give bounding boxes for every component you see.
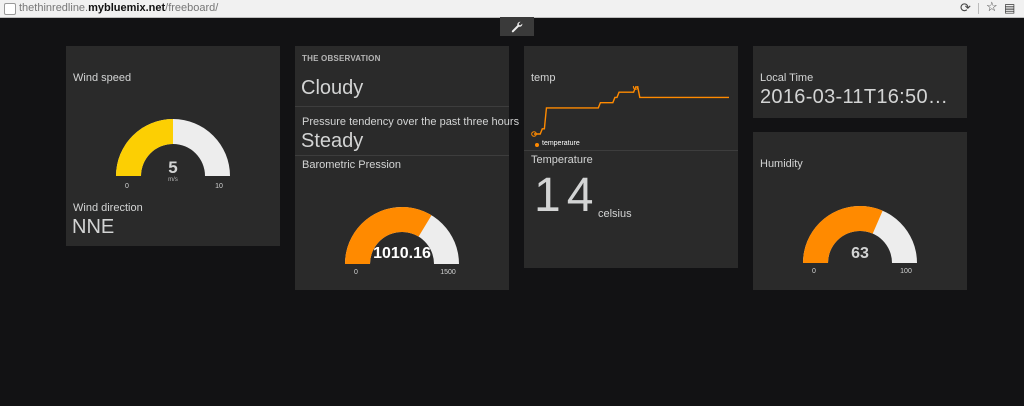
reload-icon[interactable]: ⟳ bbox=[960, 0, 971, 16]
toolbar-separator bbox=[978, 3, 979, 14]
bookmark-star-icon[interactable]: ☆ bbox=[986, 0, 998, 15]
legend-dot bbox=[535, 143, 539, 147]
temp-legend-label: temperature bbox=[542, 140, 580, 147]
local-time-pane: Local Time 2016-03-11T16:50… bbox=[753, 46, 967, 118]
wrench-icon bbox=[511, 21, 523, 33]
temperature-unit: celsius bbox=[598, 208, 632, 220]
observation-condition: Cloudy bbox=[301, 77, 364, 99]
barometric-gauge: 1010.16 0 1500 bbox=[345, 207, 459, 276]
wind-gauge-fill bbox=[116, 119, 173, 176]
humidity-gauge-min: 0 bbox=[812, 268, 816, 275]
local-time-title: Local Time bbox=[760, 72, 814, 84]
local-time-value: 2016-03-11T16:50… bbox=[760, 86, 949, 108]
temperature-divider bbox=[524, 150, 738, 151]
wind-pane: Wind speed 5 m/s 0 10 Wind direction NNE bbox=[66, 46, 280, 246]
temperature-series-line bbox=[534, 86, 729, 135]
wind-direction-title: Wind direction bbox=[73, 202, 143, 214]
wind-gauge-min: 0 bbox=[125, 183, 129, 190]
humidity-gauge: 63 0 100 bbox=[803, 205, 917, 275]
reading-list-icon[interactable]: ▤ bbox=[1004, 1, 1015, 15]
wind-speed-gauge: 5 m/s 0 10 bbox=[116, 119, 230, 190]
barometric-value: 1010.16 bbox=[373, 245, 431, 262]
barometric-title: Barometric Pression bbox=[302, 159, 402, 171]
pressure-tendency-title: Pressure tendency over the past three ho… bbox=[302, 116, 520, 128]
humidity-gauge-max: 100 bbox=[900, 268, 912, 275]
barometric-gauge-min: 0 bbox=[354, 269, 358, 276]
board-tools-button[interactable] bbox=[500, 17, 534, 36]
wind-speed-value: 5 bbox=[168, 158, 177, 177]
temperature-value: 14 bbox=[534, 169, 600, 222]
browser-address-bar[interactable]: thethinredline.mybluemix.net/freeboard/ … bbox=[0, 0, 1024, 18]
temp-sparkline bbox=[531, 86, 729, 137]
observation-header: THE OBSERVATION bbox=[302, 54, 381, 63]
wind-gauge-max: 10 bbox=[215, 183, 223, 190]
observation-divider bbox=[295, 106, 509, 107]
humidity-title: Humidity bbox=[760, 158, 803, 170]
observation-pane: THE OBSERVATION Cloudy Pressure tendency… bbox=[295, 46, 519, 290]
humidity-gauge-fill bbox=[803, 205, 883, 263]
barometric-gauge-max: 1500 bbox=[440, 269, 456, 276]
humidity-pane: Humidity 63 0 100 bbox=[753, 132, 967, 290]
temperature-title: Temperature bbox=[531, 154, 593, 166]
url-text[interactable]: thethinredline.mybluemix.net/freeboard/ bbox=[19, 1, 218, 15]
observation-divider bbox=[295, 155, 509, 156]
humidity-value: 63 bbox=[851, 245, 869, 262]
wind-direction-value: NNE bbox=[72, 216, 115, 238]
pressure-tendency-value: Steady bbox=[301, 130, 364, 152]
wind-speed-unit: m/s bbox=[168, 177, 178, 183]
wind-speed-title: Wind speed bbox=[73, 72, 132, 84]
page-icon bbox=[4, 3, 16, 15]
temperature-pane: temp temperature Temperature 14 celsius bbox=[524, 46, 738, 268]
temp-chart-title: temp bbox=[531, 72, 556, 84]
